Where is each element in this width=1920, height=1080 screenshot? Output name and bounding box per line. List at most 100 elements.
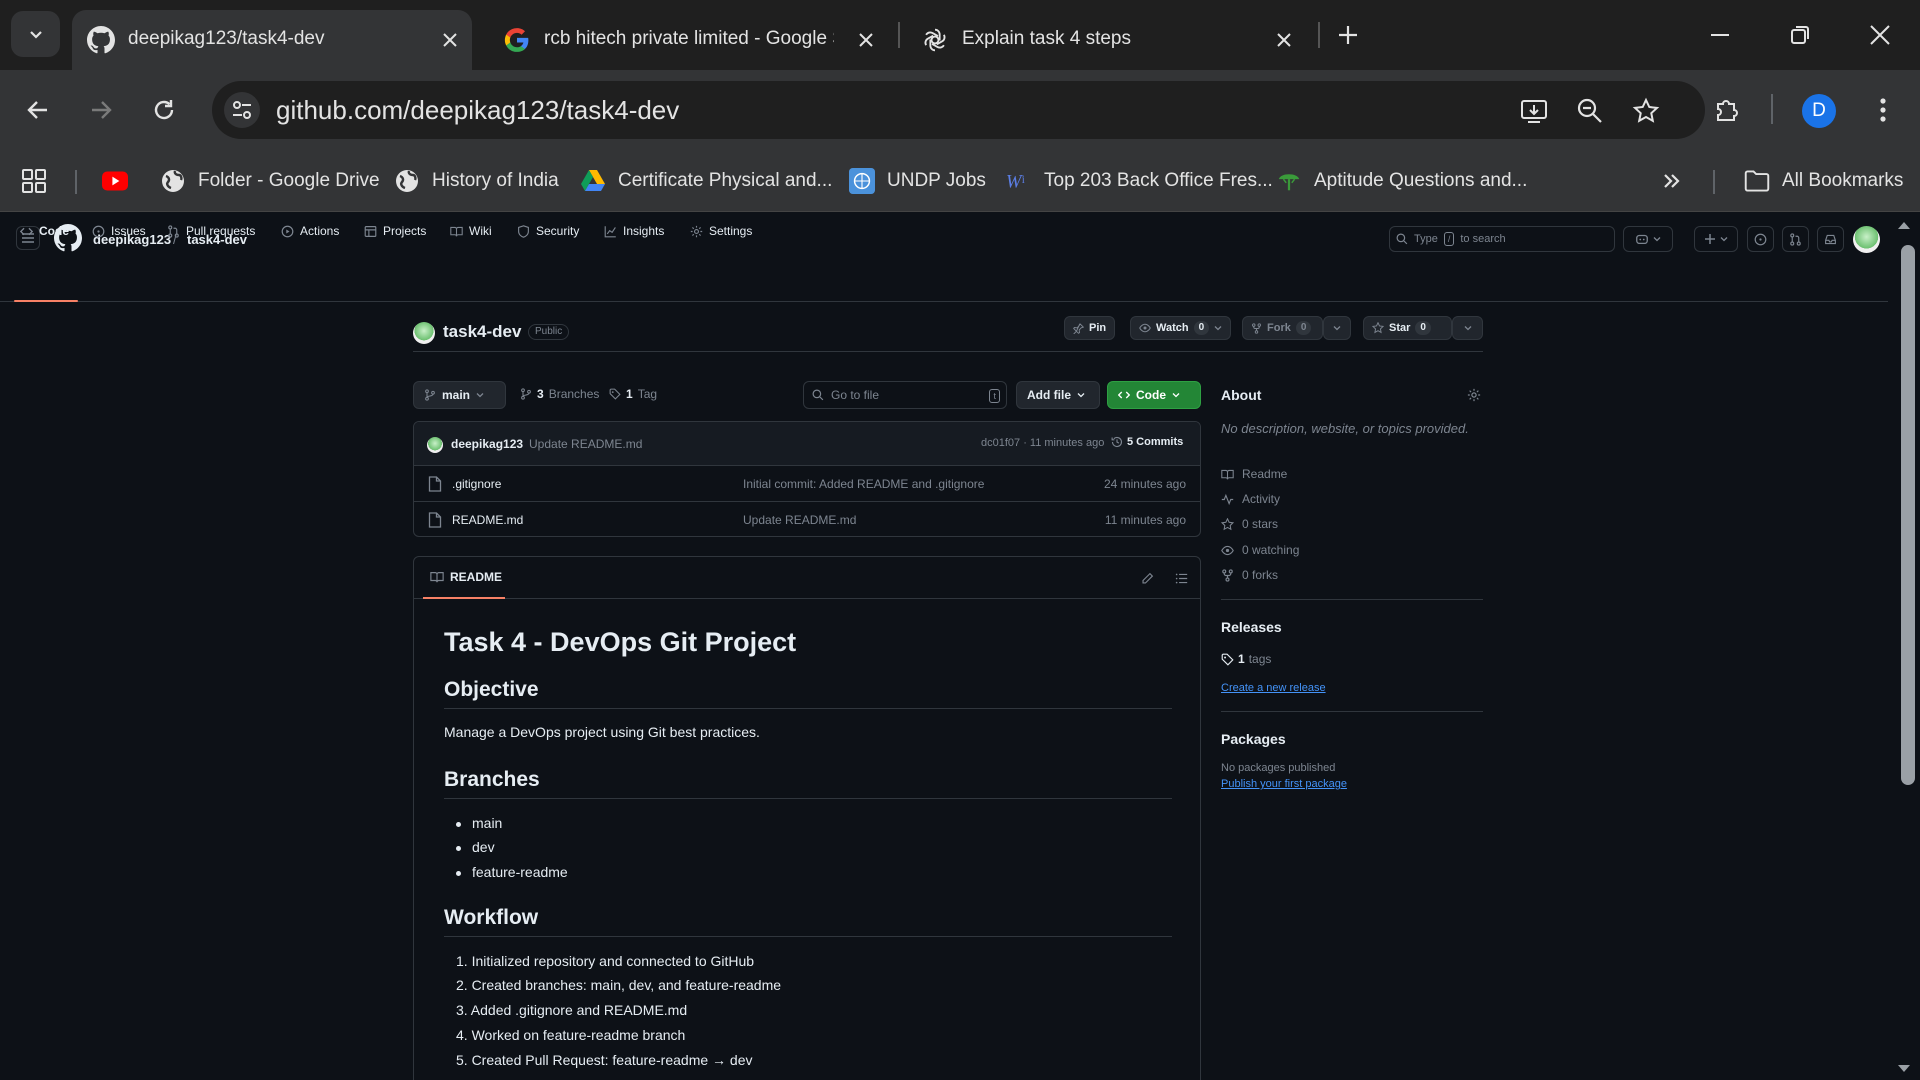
bookmark-item[interactable]: Wi Top 203 Back Office Fres...	[1006, 163, 1273, 199]
file-row[interactable]: README.md Update README.md 11 minutes ag…	[414, 502, 1200, 536]
go-to-file-input[interactable]: Go to file t	[803, 381, 1007, 409]
create-new-button[interactable]	[1694, 226, 1738, 252]
profile-avatar[interactable]: D	[1802, 94, 1836, 128]
readme-outline-button[interactable]	[1172, 569, 1190, 587]
reload-button[interactable]	[144, 90, 184, 130]
bookmark-item[interactable]: Aptitude Questions and...	[1276, 163, 1527, 199]
tab-projects[interactable]: Projects	[364, 212, 426, 250]
branches-link[interactable]: 3 Branches	[520, 387, 599, 401]
issues-button[interactable]	[1747, 226, 1774, 252]
file-icon	[428, 512, 442, 528]
tab-github[interactable]: deepikag123/task4-dev	[72, 10, 472, 70]
bookmark-item[interactable]: UNDP Jobs	[849, 163, 986, 199]
about-watching-link[interactable]: 0 watching	[1221, 543, 1299, 557]
tab-google-search[interactable]: rcb hitech private limited - Google Sea	[488, 10, 888, 70]
extensions-button[interactable]	[1706, 90, 1746, 130]
arrow-left-icon	[27, 101, 47, 119]
tab-pull-requests[interactable]: Pull requests	[167, 212, 255, 250]
bookmark-youtube[interactable]	[102, 163, 128, 199]
site-info-button[interactable]	[224, 92, 260, 128]
code-button[interactable]: Code	[1107, 381, 1201, 409]
all-bookmarks-button[interactable]: All Bookmarks	[1744, 163, 1903, 199]
packages-title[interactable]: Packages	[1221, 731, 1286, 747]
commit-author-avatar[interactable]	[427, 437, 443, 453]
gear-icon[interactable]	[1467, 388, 1481, 402]
tags-link[interactable]: 1 Tag	[609, 387, 657, 401]
url-text[interactable]: github.com/deepikag123/task4-dev	[276, 95, 679, 126]
scrollbar-thumb[interactable]	[1901, 245, 1915, 785]
tab-actions[interactable]: Actions	[281, 212, 339, 250]
branches-count: 3	[537, 387, 544, 401]
copilot-button[interactable]	[1623, 226, 1673, 252]
close-icon[interactable]	[440, 30, 460, 50]
add-file-button[interactable]: Add file	[1016, 381, 1100, 409]
apps-grid-icon	[22, 169, 46, 193]
address-bar[interactable]: github.com/deepikag123/task4-dev	[212, 81, 1705, 139]
tab-security[interactable]: Security	[517, 212, 579, 250]
book-icon	[430, 572, 444, 583]
tab-wiki[interactable]: Wiki	[450, 212, 492, 250]
pin-button[interactable]: Pin	[1064, 316, 1116, 340]
close-icon[interactable]	[1274, 30, 1294, 50]
releases-title[interactable]: Releases	[1221, 619, 1282, 635]
create-release-link[interactable]: Create a new release	[1221, 682, 1326, 694]
about-readme-link[interactable]: Readme	[1221, 467, 1287, 481]
tab-label: Code	[39, 224, 69, 238]
edit-readme-button[interactable]	[1138, 569, 1156, 587]
github-page: deepikag123 / task4-dev Type / to search	[0, 212, 1888, 1080]
scroll-up-icon[interactable]	[1897, 220, 1911, 230]
tab-settings[interactable]: Settings	[690, 212, 752, 250]
global-search-input[interactable]: Type / to search	[1389, 226, 1615, 252]
back-button[interactable]	[18, 90, 58, 130]
apps-button[interactable]	[21, 163, 47, 199]
zoom-button[interactable]	[1574, 95, 1606, 127]
branch-selector[interactable]: main	[413, 381, 506, 409]
commit-author[interactable]: deepikag123	[451, 437, 523, 451]
bookmark-item[interactable]: Folder - Google Drive	[160, 163, 380, 199]
watch-button[interactable]: Watch 0	[1130, 316, 1232, 340]
star-button[interactable]: Star 0	[1363, 316, 1452, 340]
bookmark-item[interactable]: Certificate Physical and...	[580, 163, 832, 199]
pull-requests-button[interactable]	[1782, 226, 1809, 252]
file-name[interactable]: README.md	[452, 513, 523, 527]
scroll-down-icon[interactable]	[1897, 1064, 1911, 1074]
commits-link[interactable]: 5 Commits	[1111, 436, 1183, 448]
bookmark-star-button[interactable]	[1630, 95, 1662, 127]
file-commit-message[interactable]: Initial commit: Added README and .gitign…	[743, 477, 984, 491]
close-window-button[interactable]	[1863, 18, 1897, 52]
about-stars-link[interactable]: 0 stars	[1221, 517, 1278, 531]
fork-button[interactable]: Fork 0	[1242, 316, 1323, 340]
releases-tags-link[interactable]: 1 tags	[1221, 652, 1271, 666]
readme-tab[interactable]: README	[430, 570, 502, 584]
chevron-down-icon	[1077, 393, 1085, 398]
publish-package-link[interactable]: Publish your first package	[1221, 778, 1347, 790]
new-tab-button[interactable]	[1333, 20, 1363, 50]
commit-sha-time[interactable]: dc01f07 · 11 minutes ago	[981, 437, 1104, 449]
tab-search-button[interactable]	[11, 11, 60, 57]
tab-chatgpt[interactable]: Explain task 4 steps	[906, 10, 1306, 70]
close-icon[interactable]	[856, 30, 876, 50]
tab-insights[interactable]: Insights	[604, 212, 664, 250]
fork-dropdown-button[interactable]	[1323, 316, 1351, 340]
file-commit-message[interactable]: Update README.md	[743, 513, 856, 527]
inbox-button[interactable]	[1817, 226, 1844, 252]
forward-button[interactable]	[81, 90, 121, 130]
file-name[interactable]: .gitignore	[452, 477, 501, 491]
star-dropdown-button[interactable]	[1452, 316, 1483, 340]
chevron-down-icon	[1333, 326, 1341, 331]
restore-button[interactable]	[1783, 18, 1817, 52]
tab-label: Security	[536, 224, 580, 238]
bookmark-item[interactable]: History of India	[394, 163, 559, 199]
minimize-button[interactable]	[1703, 18, 1737, 52]
chrome-menu-button[interactable]	[1863, 90, 1903, 130]
about-activity-link[interactable]: Activity	[1221, 492, 1280, 506]
user-avatar[interactable]	[1853, 226, 1880, 253]
tab-issues[interactable]: Issues	[92, 212, 146, 250]
install-app-button[interactable]	[1518, 95, 1550, 127]
repo-name[interactable]: task4-dev	[443, 322, 521, 342]
about-forks-link[interactable]: 0 forks	[1221, 568, 1278, 582]
file-row[interactable]: .gitignore Initial commit: Added README …	[414, 466, 1200, 502]
tab-code[interactable]: Code	[20, 212, 69, 250]
more-bookmarks-button[interactable]	[1661, 163, 1683, 199]
commit-message[interactable]: Update README.md	[529, 437, 642, 451]
